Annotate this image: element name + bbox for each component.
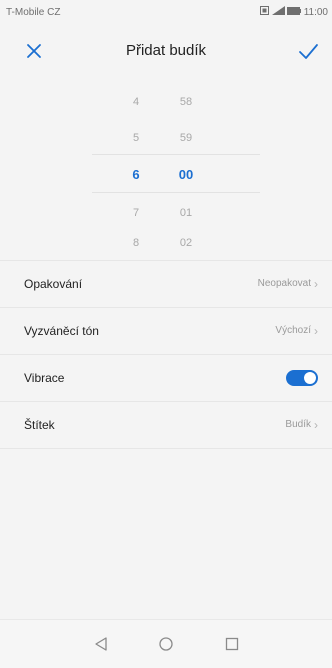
setting-label-row[interactable]: Štítek Budík ›	[0, 402, 332, 449]
home-button[interactable]	[156, 634, 176, 654]
vibration-toggle[interactable]	[286, 370, 318, 386]
picker-selection-top-line	[92, 154, 260, 155]
picker-selection-bottom-line	[92, 192, 260, 193]
page-title: Přidat budík	[125, 42, 207, 59]
status-bar: T-Mobile CZ 11:00	[0, 0, 332, 26]
setting-value: Budík ›	[285, 417, 318, 432]
setting-ringtone[interactable]: Vyzváněcí tón Výchozí ›	[0, 308, 332, 355]
battery-icon	[286, 6, 301, 18]
minute-option[interactable]: 01	[156, 207, 216, 219]
setting-value: Neopakovat ›	[257, 276, 318, 291]
sim-icon	[259, 6, 269, 18]
title-bar: Přidat budík	[0, 26, 332, 74]
status-time: 11:00	[303, 6, 328, 18]
system-nav-bar	[0, 619, 332, 668]
setting-label: Opakování	[24, 277, 83, 291]
back-icon	[95, 637, 107, 651]
minute-option[interactable]: 58	[156, 96, 216, 108]
chevron-right-icon: ›	[314, 276, 318, 291]
setting-repeat[interactable]: Opakování Neopakovat ›	[0, 260, 332, 308]
selected-minute[interactable]: 00	[156, 167, 216, 182]
recents-icon	[225, 637, 239, 651]
carrier-name: T-Mobile CZ	[6, 7, 61, 18]
home-icon	[159, 637, 173, 651]
setting-vibration: Vibrace	[0, 355, 332, 402]
setting-label: Vyzváněcí tón	[24, 324, 99, 338]
chevron-right-icon: ›	[314, 417, 318, 432]
setting-value: Výchozí ›	[275, 323, 318, 338]
ringtone-value: Výchozí	[275, 325, 311, 336]
chevron-right-icon: ›	[314, 323, 318, 338]
status-right: 11:00	[259, 6, 328, 18]
label-value: Budík	[285, 419, 311, 430]
signal-icon	[271, 6, 285, 18]
toggle-knob	[304, 372, 316, 384]
check-icon	[299, 44, 318, 59]
alarm-settings-list: Opakování Neopakovat › Vyzváněcí tón Výc…	[0, 260, 332, 449]
setting-label: Vibrace	[24, 371, 65, 385]
repeat-value: Neopakovat	[257, 278, 311, 289]
time-picker[interactable]: 4 5 6 7 8 58 59 00 01 02	[0, 86, 332, 276]
setting-label: Štítek	[24, 418, 55, 432]
recents-button[interactable]	[222, 634, 242, 654]
confirm-button[interactable]	[296, 39, 320, 63]
minute-option[interactable]: 59	[156, 132, 216, 144]
minute-option[interactable]: 02	[156, 237, 216, 249]
back-button[interactable]	[91, 634, 111, 654]
